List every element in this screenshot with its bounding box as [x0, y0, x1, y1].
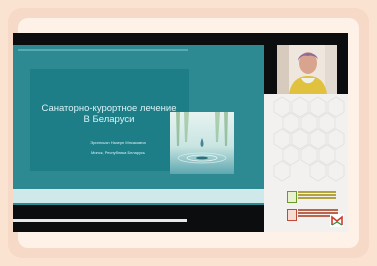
slide-header-line: [18, 49, 188, 51]
slide-title: Санаторно-курортное лечение В Беларуси: [38, 103, 180, 125]
university-logo-text: [298, 209, 338, 211]
slide-title-line2: В Беларуси: [83, 114, 135, 125]
water-drop-image-icon: [170, 112, 234, 174]
corner-brand-icon: [330, 214, 344, 227]
presenter-webcam-icon: [277, 45, 337, 94]
institution-logo-text: [298, 191, 336, 193]
slide-author: Эрингсьян Назерн Мнсаковна: [90, 140, 146, 145]
hexagon-background: [264, 94, 348, 232]
bottom-scroll-strip: [13, 219, 187, 222]
institution-logo-icon: [287, 191, 297, 203]
video-stage: Санаторно-курортное лечение В Беларуси Э…: [13, 33, 348, 232]
slide-title-line1: Санаторно-курортное лечение: [41, 103, 177, 114]
university-logo-icon: [287, 209, 297, 221]
slide-city: Минск, Республика Беларусь: [90, 150, 146, 155]
title-panel: Санаторно-курортное лечение В Беларуси Э…: [30, 69, 189, 171]
slide-footer-strip: [13, 189, 264, 203]
presentation-slide: Санаторно-курортное лечение В Беларуси Э…: [13, 45, 264, 205]
